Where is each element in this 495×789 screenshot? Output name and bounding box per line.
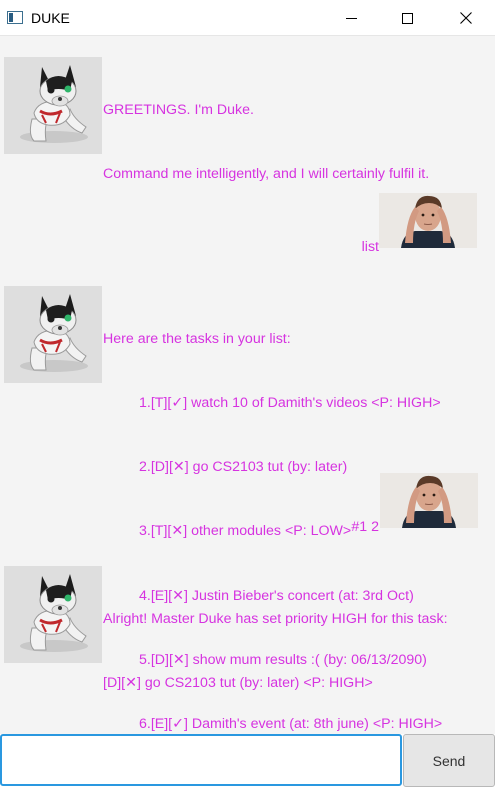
- task-item: 1.[T][✓] watch 10 of Damith's videos <P:…: [139, 395, 441, 412]
- maximize-button[interactable]: [384, 0, 430, 36]
- robot-dog-avatar: [4, 57, 102, 154]
- maximize-icon: [401, 12, 413, 24]
- minimize-button[interactable]: [328, 0, 374, 36]
- dialog-container[interactable]: GREETINGS. I'm Duke. Command me intellig…: [0, 36, 495, 734]
- close-icon: [460, 12, 472, 24]
- user-photo-avatar: [379, 193, 477, 248]
- send-button[interactable]: Send: [403, 734, 495, 787]
- message-line: [D][✕] go CS2103 tut (by: later) <P: HIG…: [103, 675, 373, 692]
- message-line: GREETINGS. I'm Duke.: [103, 101, 254, 118]
- command-input[interactable]: [0, 734, 402, 786]
- minimize-icon: [345, 17, 357, 19]
- message-line: Alright! Master Duke has set priority HI…: [103, 610, 448, 627]
- window-title: DUKE: [31, 10, 70, 26]
- message-line: Here are the tasks in your list:: [103, 330, 291, 347]
- robot-dog-avatar: [4, 286, 102, 383]
- message-line: Command me intelligently, and I will cer…: [103, 166, 430, 183]
- user-message-text: #1 2: [351, 474, 379, 581]
- user-photo-avatar: [380, 473, 478, 528]
- close-button[interactable]: [443, 0, 489, 36]
- input-bar: Send: [0, 734, 495, 789]
- message-line: #1 2: [351, 518, 379, 535]
- app-window-icon: [7, 11, 23, 24]
- message-line: list: [361, 238, 379, 255]
- duke-message-text: Alright! Master Duke has set priority HI…: [103, 566, 448, 737]
- user-message-text: list: [355, 194, 379, 301]
- robot-dog-avatar: [4, 566, 102, 663]
- title-bar: DUKE: [0, 0, 495, 36]
